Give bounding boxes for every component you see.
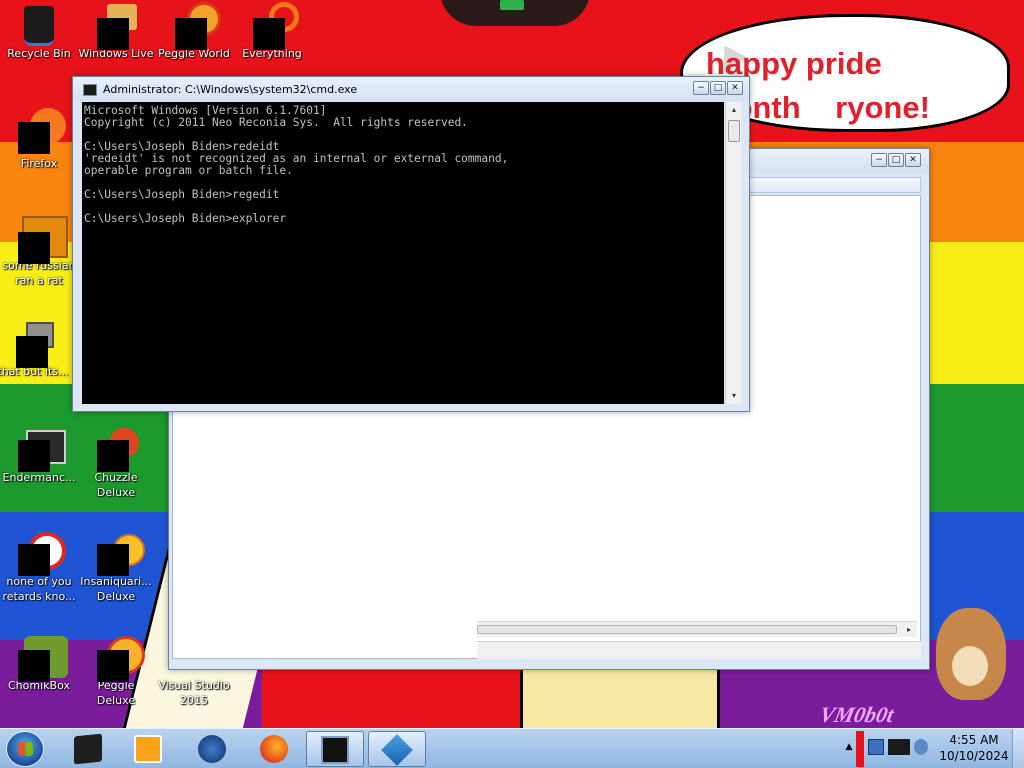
- console-line: operable program or batch file.: [84, 164, 293, 177]
- scrollbar-thumb[interactable]: [728, 120, 740, 142]
- desktop-icon-label: Peggle Deluxe: [96, 679, 136, 707]
- tray-flag-icon: [856, 731, 864, 767]
- taskbar-item-firefox[interactable]: [246, 731, 304, 767]
- program-icon: [18, 430, 66, 472]
- taskbar-item-regedit-window[interactable]: [368, 731, 426, 767]
- peggle-world-icon: [175, 2, 221, 50]
- hamster-image: [936, 608, 1006, 700]
- console-line: C:\Users\Joseph Biden>regedit: [84, 188, 280, 201]
- file-icon: [18, 216, 68, 264]
- maximize-button[interactable]: □: [888, 153, 904, 167]
- scroll-up-arrow-icon[interactable]: ▴: [726, 102, 742, 118]
- minimize-button[interactable]: −: [693, 81, 709, 95]
- everything-icon: [253, 2, 299, 50]
- scrollbar-thumb[interactable]: [477, 625, 897, 634]
- desktop-icon-endermanch[interactable]: Endermanc...: [0, 424, 78, 504]
- desktop-icon-label: Insaniquari... Deluxe: [80, 575, 152, 603]
- insaniquarium-icon: [97, 534, 145, 576]
- cmd-window-title: Administrator: C:\Windows\system32\cmd.e…: [103, 83, 358, 96]
- horizontal-scrollbar[interactable]: ▸: [477, 621, 917, 637]
- desktop-icon-recycle-bin[interactable]: Recycle Bin: [0, 0, 78, 80]
- desktop-icon-label: Recycle Bin: [7, 47, 71, 60]
- taskbar-item-globe-app[interactable]: [184, 731, 242, 767]
- firefox-icon: [260, 735, 288, 763]
- desktop-icon-peggle-deluxe[interactable]: Peggle Deluxe: [77, 632, 155, 712]
- registry-icon: [381, 734, 413, 766]
- desktop-icon-that-but-its[interactable]: that but its...: [0, 318, 72, 398]
- desktop-icon-chomikbox[interactable]: ChomikBox: [0, 632, 78, 712]
- desktop-icon-label: Chuzzle Deluxe: [94, 471, 138, 499]
- vertical-scrollbar[interactable]: ▴ ▾: [725, 102, 741, 404]
- wallpaper-cartoon-legs: [520, 660, 720, 728]
- console-line: Copyright (c) 2011 Neo Reconia Sys. All …: [84, 116, 468, 129]
- close-button[interactable]: ✕: [727, 81, 743, 95]
- desktop-icon-label: none of you retards kno...: [2, 575, 76, 603]
- chomikbox-icon: [18, 636, 68, 682]
- desktop-icon-some-russian[interactable]: some russian ran a rat: [0, 212, 78, 292]
- media-player-icon: [134, 735, 162, 763]
- show-desktop-button[interactable]: [1012, 729, 1024, 768]
- minimize-button[interactable]: −: [871, 153, 887, 167]
- console-icon: [83, 84, 97, 96]
- clock-date: 10/10/2024: [939, 749, 1009, 763]
- desktop-icon-everything[interactable]: Everything: [233, 0, 311, 80]
- globe-icon: [198, 735, 226, 763]
- desktop-icon-firefox[interactable]: Firefox: [0, 108, 78, 190]
- status-bar: [477, 641, 921, 659]
- desktop-icon-peggle-world[interactable]: Peggle World: [155, 0, 233, 80]
- network-icon[interactable]: [914, 739, 928, 755]
- tray-device-icon[interactable]: [888, 739, 910, 755]
- clock[interactable]: 4:55 AM 10/10/2024: [938, 732, 1010, 766]
- maximize-button[interactable]: □: [710, 81, 726, 95]
- windows-live-icon: [97, 4, 137, 50]
- scroll-down-arrow-icon[interactable]: ▾: [726, 388, 742, 404]
- cmd-window[interactable]: Administrator: C:\Windows\system32\cmd.e…: [72, 76, 750, 412]
- background-window-toolbar: [749, 177, 921, 193]
- console-line: C:\Users\Joseph Biden>explorer: [84, 212, 287, 225]
- recycle-bin-icon: [22, 6, 56, 46]
- tray-app-icon[interactable]: [868, 739, 884, 755]
- wallpaper-banner-text: happy pride month ryone!: [706, 46, 930, 125]
- desktop-icon-chuzzle-deluxe[interactable]: Chuzzle Deluxe: [77, 424, 155, 504]
- desktop-icon-label: Visual Studio 2015: [158, 679, 230, 707]
- chuzzle-icon: [97, 428, 139, 472]
- taskbar-item-media-player[interactable]: [120, 731, 178, 767]
- desktop-icon-insaniquarium[interactable]: Insaniquari... Deluxe: [77, 528, 155, 608]
- scroll-right-arrow-icon[interactable]: ▸: [901, 622, 917, 638]
- terminal-icon: [74, 733, 102, 765]
- peggle-icon: [97, 636, 145, 682]
- clock-time: 4:55 AM: [949, 733, 999, 747]
- desktop-icon-windows-live[interactable]: Windows Live: [77, 0, 155, 80]
- show-hidden-icons-button[interactable]: ▲: [844, 737, 854, 757]
- close-button[interactable]: ✕: [905, 153, 921, 167]
- taskbar: ▲ 4:55 AM 10/10/2024: [0, 728, 1024, 768]
- console-output[interactable]: Microsoft Windows [Version 6.1.7601] Cop…: [82, 102, 724, 404]
- program-icon: [18, 532, 66, 576]
- desktop-icon-none-of-you[interactable]: none of you retards kno...: [0, 528, 78, 608]
- desktop-icon-label: Endermanc...: [2, 471, 76, 484]
- taskbar-item-cmd-app[interactable]: [60, 731, 118, 767]
- shortcut-icon: [16, 322, 54, 368]
- desktop-icon-label: Firefox: [20, 157, 58, 170]
- wallpaper-logo-text: VM0b0t: [817, 702, 897, 727]
- firefox-icon: [18, 108, 66, 154]
- wallpaper-doodle: [440, 0, 590, 26]
- console-icon: [321, 736, 349, 764]
- start-button[interactable]: [6, 731, 44, 767]
- cmd-window-titlebar[interactable]: Administrator: C:\Windows\system32\cmd.e…: [73, 77, 749, 101]
- taskbar-item-cmd-window[interactable]: [306, 731, 364, 767]
